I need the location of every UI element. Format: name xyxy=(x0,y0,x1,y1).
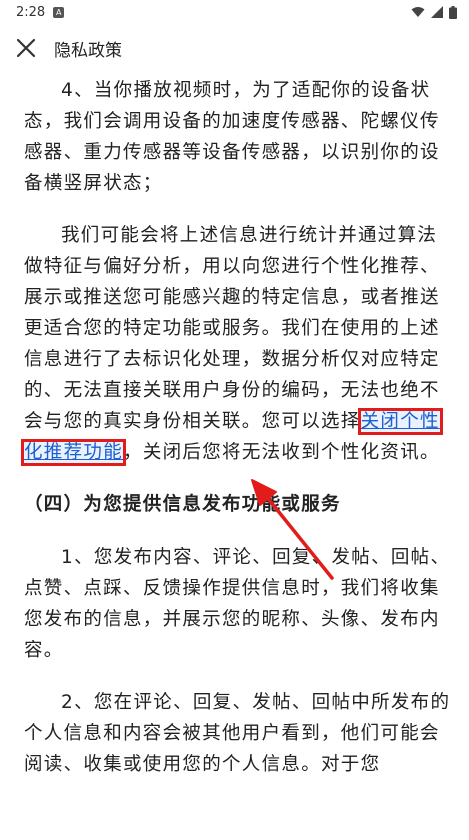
paragraph-personalization: 我们可能会将上述信息进行统计并通过算法做特征与偏好分析，用以向您进行个性化推荐、… xyxy=(21,220,452,468)
status-bar: 2:28 A xyxy=(0,0,469,24)
section-heading-publishing: （四）为您提供信息发布功能或服务 xyxy=(24,494,341,515)
page-title: 隐私政策 xyxy=(54,40,122,61)
close-icon xyxy=(17,39,35,57)
paragraph-publish-content: 1、您发布内容、评论、回复、发帖、回帖、点赞、点踩、反馈操作提供信息时，我们将收… xyxy=(24,547,451,661)
battery-icon xyxy=(449,5,457,19)
personalization-text: 我们可能会将上述信息进行统计并通过算法做特征与偏好分析，用以向您进行个性化推荐、… xyxy=(24,225,440,432)
wifi-icon xyxy=(411,7,425,17)
app-bar: 隐私政策 xyxy=(0,24,469,72)
signal-icon xyxy=(431,6,443,18)
status-time: 2:28 xyxy=(16,4,46,20)
close-button[interactable] xyxy=(2,24,50,72)
personalization-text-end: ，关闭后您将无法收到个性化资讯。 xyxy=(123,442,440,463)
paragraph-public-visibility: 2、您在评论、回复、发帖、回帖中所发布的个人信息和内容会被其他用户看到，他们可能… xyxy=(24,692,451,775)
paragraph-sensor-usage: 4、当你播放视频时，为了适配你的设备状态，我们会调用设备的加速度传感器、陀螺仪传… xyxy=(24,80,440,194)
policy-content: 4、当你播放视频时，为了适配你的设备状态，我们会调用设备的加速度传感器、陀螺仪传… xyxy=(21,72,452,801)
status-icons xyxy=(411,5,457,19)
notification-icon: A xyxy=(53,6,65,18)
